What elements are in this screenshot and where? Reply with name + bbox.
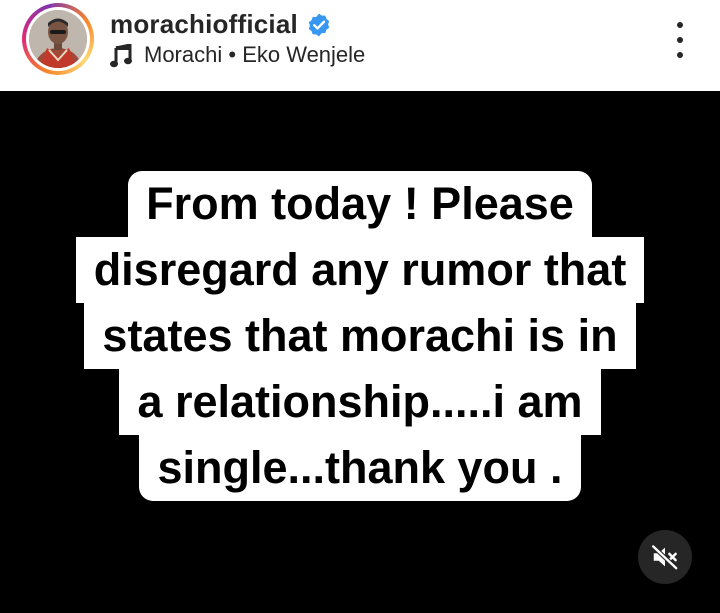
audio-track: Eko Wenjele	[242, 42, 366, 67]
more-dot	[677, 37, 683, 43]
text-line: a relationship.....i am	[119, 369, 601, 435]
post-header: morachiofficial Morachi • Eko Wenjele	[0, 0, 720, 91]
avatar-photo	[29, 10, 87, 68]
avatar-border	[26, 7, 90, 71]
audio-separator: •	[222, 42, 243, 67]
more-dot	[677, 52, 683, 58]
text-line: single...thank you .	[139, 435, 581, 501]
avatar[interactable]	[29, 10, 87, 68]
post-media[interactable]: From today ! Please disregard any rumor …	[0, 91, 720, 613]
text-line: disregard any rumor that	[75, 237, 645, 303]
username-row: morachiofficial	[110, 9, 332, 40]
username[interactable]: morachiofficial	[110, 9, 298, 40]
story-text-block: From today ! Please disregard any rumor …	[30, 171, 690, 501]
more-options-icon[interactable]	[670, 22, 690, 58]
text-line: states that morachi is in	[84, 303, 636, 369]
text-line: From today ! Please	[128, 171, 592, 237]
music-note-icon	[110, 44, 132, 68]
audio-attribution[interactable]: Morachi • Eko Wenjele	[110, 42, 365, 68]
speaker-muted-icon	[650, 544, 679, 571]
verified-badge-icon	[308, 13, 330, 36]
audio-artist: Morachi	[144, 42, 223, 67]
story-ring[interactable]	[22, 3, 94, 75]
more-dot	[677, 22, 683, 28]
mute-toggle-button[interactable]	[638, 530, 692, 584]
